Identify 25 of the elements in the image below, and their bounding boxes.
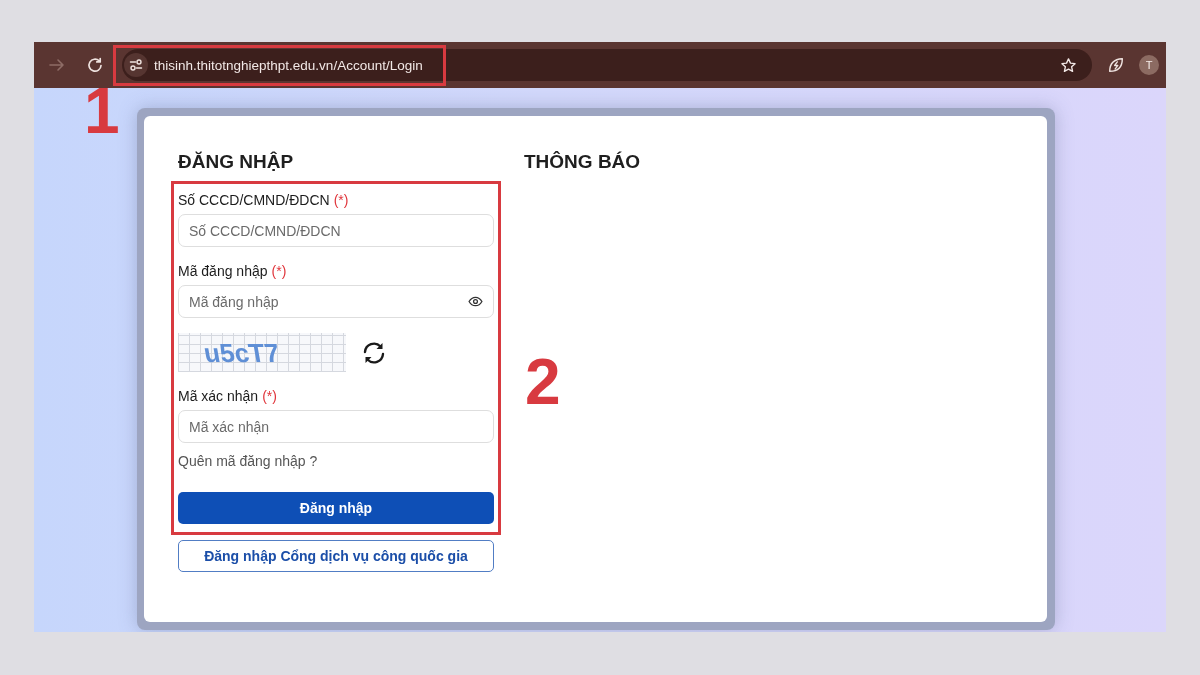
reload-icon[interactable]: [86, 56, 104, 74]
password-field[interactable]: Mã đăng nhập: [178, 285, 494, 318]
login-button[interactable]: Đăng nhập: [178, 492, 494, 524]
input-field[interactable]: Số CCCD/CMND/ĐDCN: [178, 214, 494, 247]
forgot-link[interactable]: Quên mã đăng nhập ?: [178, 452, 318, 470]
address-bar[interactable]: thisinh.thitotnghiepthpt.edu.vn/Account/Login: [122, 49, 1092, 81]
required-mark: (*): [271, 262, 287, 280]
annotation-number: 2: [525, 350, 561, 414]
site-settings-icon[interactable]: [124, 53, 148, 77]
leaf-bolt-icon[interactable]: [1107, 56, 1125, 74]
field-label: Mã xác nhận: [178, 387, 259, 405]
bookmark-star-icon[interactable]: [1060, 56, 1077, 74]
field-label: Mã đăng nhập: [178, 262, 268, 280]
portal-login-button[interactable]: Đăng nhập Cổng dịch vụ công quốc gia: [178, 540, 494, 572]
url-text: thisinh.thitotnghiepthpt.edu.vn/Account/Login: [154, 57, 423, 73]
field-label: Số CCCD/CMND/ĐDCN: [178, 191, 330, 209]
eye-icon[interactable]: [468, 296, 483, 307]
required-mark: (*): [262, 387, 277, 405]
profile-avatar[interactable]: T: [1139, 55, 1159, 75]
login-heading: ĐĂNG NHẬP: [178, 150, 294, 174]
required-mark: (*): [333, 191, 349, 209]
annotation-number: 1: [84, 79, 120, 143]
input-field[interactable]: Mã xác nhận: [178, 410, 494, 443]
captcha-text: u5cT7: [201, 337, 282, 368]
notice-heading: THÔNG BÁO: [524, 150, 641, 174]
